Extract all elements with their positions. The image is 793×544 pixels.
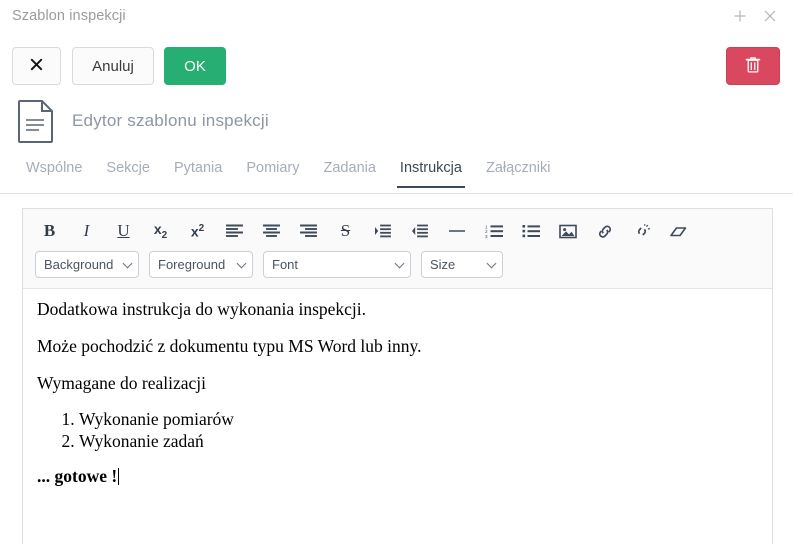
instruction-paragraph-1: Dodatkowa instrukcja do wykonania inspek…	[37, 299, 758, 321]
window-title: Szablon inspekcji	[12, 8, 126, 24]
close-icon[interactable]	[760, 6, 780, 26]
outdent-icon	[411, 224, 428, 238]
instruction-paragraph-2: Może pochodzić z dokumentu typu MS Word …	[37, 336, 758, 358]
unordered-list-button[interactable]	[512, 217, 549, 245]
align-left-button[interactable]	[216, 217, 253, 245]
unlink-button[interactable]	[623, 217, 660, 245]
bold-button[interactable]: B	[31, 217, 68, 245]
ordered-list-icon: 1 2 3	[485, 224, 503, 238]
window-titlebar: Szablon inspekcji	[0, 0, 793, 32]
image-button[interactable]	[549, 217, 586, 245]
editor-content-area[interactable]: Dodatkowa instrukcja do wykonania inspek…	[23, 289, 772, 537]
instruction-paragraph-4: ... gotowe !	[37, 466, 758, 488]
ordered-list-button[interactable]: 1 2 3	[475, 217, 512, 245]
tab-wspolne[interactable]: Wspólne	[14, 160, 94, 187]
strikethrough-button[interactable]: S	[327, 217, 364, 245]
eraser-icon	[669, 224, 688, 239]
tab-zadania[interactable]: Zadania	[312, 160, 388, 187]
horizontal-rule-button[interactable]	[438, 217, 475, 245]
align-left-icon	[226, 224, 243, 238]
cancel-button[interactable]: Anuluj	[72, 47, 154, 85]
format-select-row: Background Foreground Font Size	[23, 249, 772, 288]
instruction-paragraph-3: Wymagane do realizacji	[37, 373, 758, 395]
instruction-paragraph-4-text: ... gotowe !	[37, 466, 117, 486]
superscript-icon: x2	[191, 223, 204, 240]
plus-icon[interactable]	[730, 6, 750, 26]
superscript-button[interactable]: x2	[179, 217, 216, 245]
tab-sekcje[interactable]: Sekcje	[94, 160, 162, 187]
editor-header: Edytor szablonu inspekcji	[0, 96, 793, 146]
unlink-icon	[633, 224, 651, 239]
text-cursor	[118, 468, 119, 485]
delete-button[interactable]	[726, 47, 780, 85]
outdent-button[interactable]	[401, 217, 438, 245]
instruction-ordered-list: Wykonanie pomiarów Wykonanie zadań	[37, 408, 758, 453]
underline-icon: U	[117, 221, 129, 241]
close-x-icon	[29, 57, 44, 76]
image-icon	[559, 224, 577, 239]
window-controls	[730, 6, 793, 26]
subscript-icon: x2	[154, 221, 167, 241]
align-right-icon	[300, 224, 317, 238]
tab-instrukcja[interactable]: Instrukcja	[388, 160, 474, 187]
unordered-list-icon	[522, 224, 540, 238]
list-item: Wykonanie zadań	[79, 430, 758, 452]
eraser-button[interactable]	[660, 217, 697, 245]
subscript-button[interactable]: x2	[142, 217, 179, 245]
rich-text-editor: B I U x2 x2	[22, 208, 773, 544]
editor-toolbar: B I U x2 x2	[23, 209, 772, 289]
font-family-select[interactable]: Font	[263, 251, 411, 278]
indent-button[interactable]	[364, 217, 401, 245]
italic-icon: I	[84, 221, 90, 241]
document-icon	[0, 98, 55, 144]
strikethrough-icon: S	[341, 221, 350, 241]
italic-button[interactable]: I	[68, 217, 105, 245]
link-icon	[596, 224, 614, 239]
tab-pomiary[interactable]: Pomiary	[234, 160, 311, 187]
format-button-row: B I U x2 x2	[23, 215, 772, 249]
underline-button[interactable]: U	[105, 217, 142, 245]
tab-bar: Wspólne Sekcje Pytania Pomiary Zadania I…	[0, 160, 793, 194]
align-center-button[interactable]	[253, 217, 290, 245]
ok-button[interactable]: OK	[164, 47, 226, 85]
list-item: Wykonanie pomiarów	[79, 408, 758, 430]
bold-icon: B	[44, 221, 55, 241]
tab-pytania[interactable]: Pytania	[162, 160, 234, 187]
indent-icon	[374, 224, 391, 238]
align-right-button[interactable]	[290, 217, 327, 245]
editor-title: Edytor szablonu inspekcji	[72, 111, 269, 131]
tab-zalaczniki[interactable]: Załączniki	[474, 160, 562, 187]
align-center-icon	[263, 224, 280, 238]
background-color-select[interactable]: Background	[35, 251, 139, 278]
trash-icon	[744, 55, 762, 78]
foreground-color-select[interactable]: Foreground	[149, 251, 253, 278]
link-button[interactable]	[586, 217, 623, 245]
action-toolbar: Anuluj OK	[0, 40, 793, 92]
close-button[interactable]	[12, 47, 61, 85]
svg-text:3: 3	[485, 234, 488, 238]
horizontal-rule-icon	[448, 224, 466, 238]
font-size-select[interactable]: Size	[421, 251, 503, 278]
